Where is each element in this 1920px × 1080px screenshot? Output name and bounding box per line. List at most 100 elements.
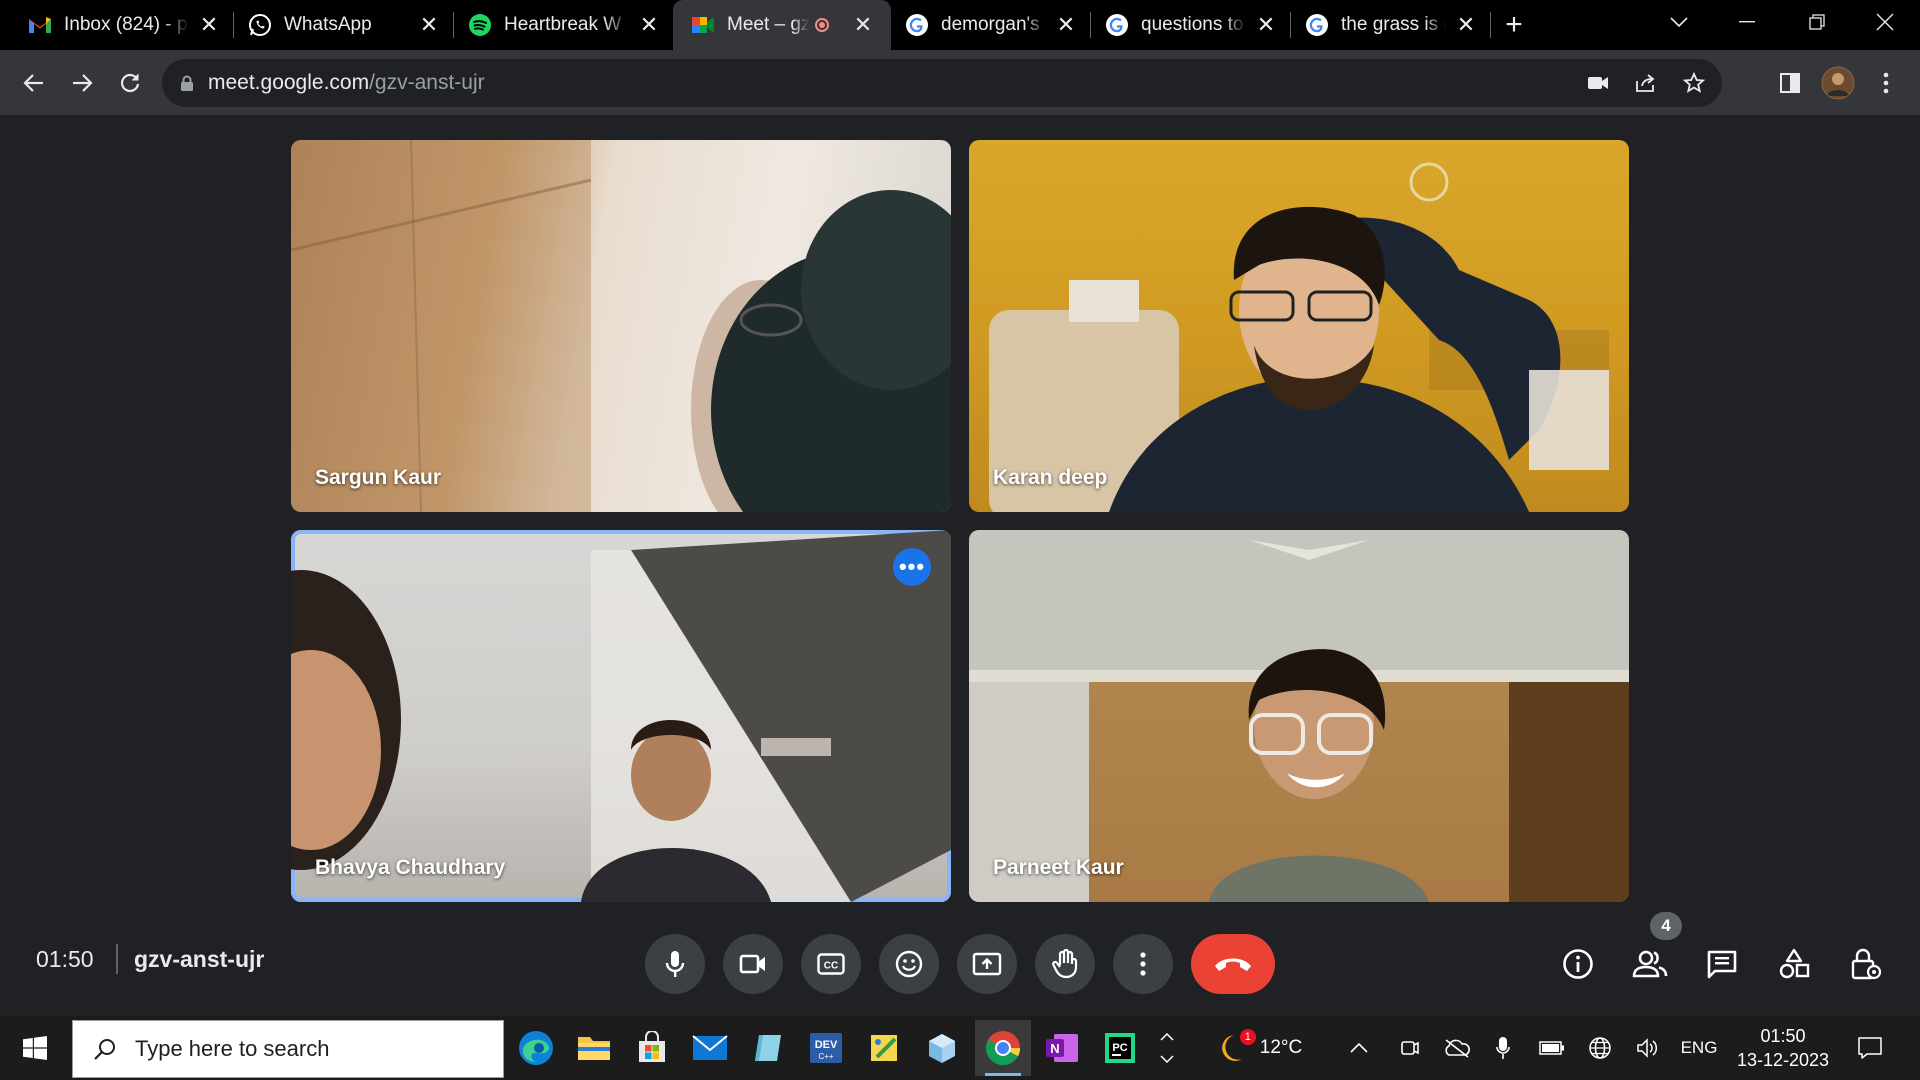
store-icon [639,1031,665,1062]
tab-google-demorgan[interactable]: demorgan's la ✕ [891,0,1090,50]
google-icon [1105,13,1129,37]
start-button[interactable] [0,1016,70,1080]
file-explorer-app[interactable] [566,1020,622,1076]
close-tab-icon[interactable]: ✕ [1256,12,1276,38]
taskbar-search-box[interactable]: Type here to search [72,1020,504,1078]
forward-button[interactable] [58,59,106,107]
network-globe-icon[interactable] [1582,1016,1618,1080]
info-icon [1563,949,1593,979]
close-tab-icon[interactable]: ✕ [199,12,219,38]
people-button[interactable] [1622,936,1678,992]
share-icon[interactable] [1626,73,1666,93]
mail-app[interactable] [682,1020,738,1076]
restore-button[interactable] [1782,0,1852,44]
camera-in-use-icon[interactable] [1578,75,1618,91]
close-tab-icon[interactable]: ✕ [419,12,439,38]
back-button[interactable] [10,59,58,107]
more-options-button[interactable] [1113,934,1173,994]
captions-button[interactable]: CC [801,934,861,994]
show-hidden-icons-button[interactable] [1342,1016,1376,1080]
participant-tile-karan[interactable]: Karan deep [969,140,1629,512]
sticky-notes-app[interactable] [856,1020,912,1076]
tab-whatsapp[interactable]: WhatsApp ✕ [234,0,453,50]
input-language[interactable]: ENG [1676,1016,1722,1080]
browser-menu-icon[interactable] [1862,57,1910,109]
edge-app[interactable] [508,1020,564,1076]
onedrive-icon[interactable] [1438,1016,1476,1080]
notes-app[interactable] [740,1020,796,1076]
tab-strip: Inbox (824) - p ✕ WhatsApp ✕ Heartbreak … [0,0,1920,50]
minimize-button[interactable] [1712,0,1782,44]
close-tab-icon[interactable]: ✕ [853,12,873,38]
more-options-button[interactable]: ••• [893,548,931,586]
side-panel-icon[interactable] [1766,57,1814,109]
leave-call-button[interactable] [1191,934,1275,994]
tab-search-icon[interactable] [1644,0,1714,44]
microphone-button[interactable] [645,934,705,994]
camera-button[interactable] [723,934,783,994]
divider [116,944,118,974]
close-tab-icon[interactable]: ✕ [1456,12,1476,38]
video-feed [291,140,951,512]
system-clock[interactable]: 01:50 13-12-2023 [1734,1024,1832,1072]
volume-icon[interactable] [1630,1016,1666,1080]
host-controls-lock-icon [1851,948,1882,980]
activities-icon [1779,948,1810,979]
weather-alert-badge: 1 [1239,1029,1256,1045]
battery-icon[interactable] [1534,1016,1570,1080]
chrome-app[interactable] [975,1020,1031,1076]
tab-meet[interactable]: Meet – gz ✕ [673,0,891,50]
tab-title: WhatsApp [284,14,372,35]
close-window-button[interactable] [1850,0,1920,44]
reload-button[interactable] [106,59,154,107]
tab-google-questions[interactable]: questions to a ✕ [1091,0,1290,50]
microsoft-store-app[interactable] [624,1020,680,1076]
system-time: 01:50 [1760,1026,1806,1046]
microphone-in-use-icon[interactable] [1488,1016,1518,1080]
notes-icon [755,1035,781,1061]
camera-icon [739,954,765,974]
meeting-details-button[interactable] [1550,936,1606,992]
pycharm-app[interactable]: PC [1092,1020,1148,1076]
tab-gmail[interactable]: Inbox (824) - p ✕ [0,0,233,50]
dev-home-app[interactable]: DEV C++ [798,1020,854,1076]
more-vert-icon [1140,952,1146,976]
cube-icon [929,1034,955,1063]
taskbar-scroll-arrows[interactable] [1154,1016,1180,1080]
svg-text:DEV: DEV [815,1039,838,1051]
search-icon [94,1039,115,1060]
present-screen-icon [972,952,1002,976]
close-tab-icon[interactable]: ✕ [1056,12,1076,38]
weather-widget[interactable]: 1 12°C [1210,1016,1310,1080]
reactions-button[interactable] [879,934,939,994]
close-tab-icon[interactable]: ✕ [639,12,659,38]
video-feed [989,162,1609,512]
bookmark-star-icon[interactable] [1674,72,1714,94]
host-controls-button[interactable] [1838,936,1894,992]
participant-tile-sargun[interactable]: Sargun Kaur [291,140,951,512]
microphone-icon [665,951,685,977]
raise-hand-button[interactable] [1035,934,1095,994]
svg-text:C++: C++ [818,1052,833,1061]
windows-taskbar: Type here to search DEV C++ N PC 1 12°C … [0,1016,1920,1080]
people-icon [1632,950,1668,978]
profile-avatar[interactable] [1814,57,1862,109]
participant-tile-parneet[interactable]: Parneet Kaur [969,530,1629,902]
chat-button[interactable] [1694,936,1750,992]
activities-button[interactable] [1766,936,1822,992]
lock-icon[interactable] [180,75,194,92]
new-tab-button[interactable]: + [1491,0,1537,50]
participant-name: Sargun Kaur [315,466,442,489]
participant-tile-bhavya[interactable]: ••• Bhavya Chaudhary [291,530,951,902]
weather-moon-icon: 1 [1218,1029,1256,1065]
emoji-icon [895,950,923,978]
tab-title: demorgan's la [941,14,1046,35]
tab-google-grass[interactable]: the grass is gr ✕ [1291,0,1490,50]
present-screen-button[interactable] [957,934,1017,994]
3d-viewer-app[interactable] [914,1020,970,1076]
tab-spotify[interactable]: Heartbreak W ✕ [454,0,673,50]
notification-center-icon[interactable] [1848,1016,1892,1080]
address-bar[interactable]: meet.google.com/gzv-anst-ujr [162,59,1722,107]
meet-now-icon[interactable] [1392,1016,1426,1080]
onenote-app[interactable]: N [1034,1020,1090,1076]
